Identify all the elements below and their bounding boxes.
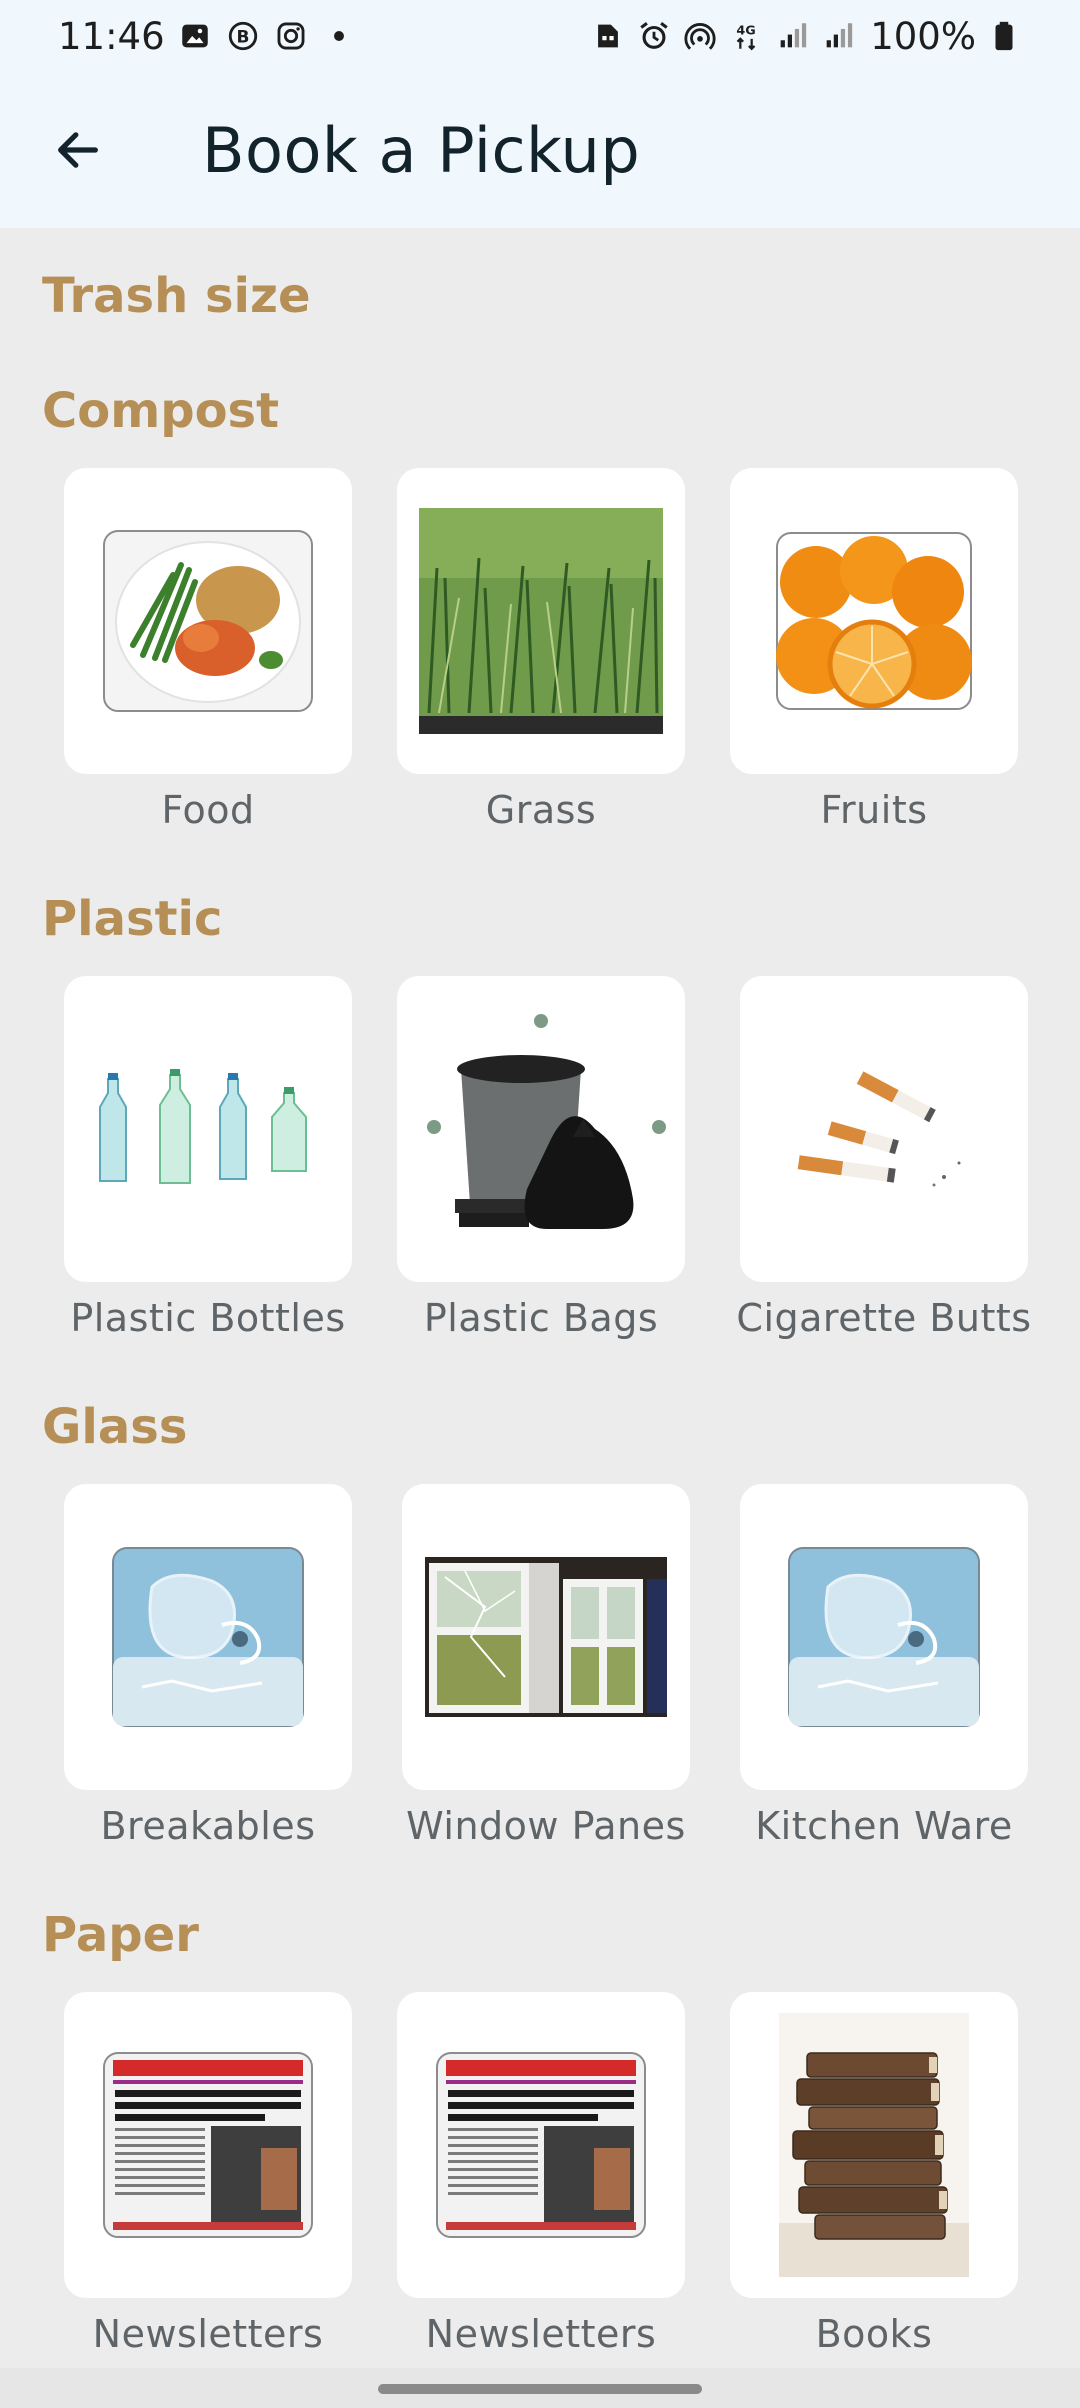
signal-icon bbox=[820, 18, 856, 54]
section-title-compost: Compost bbox=[42, 383, 280, 439]
navigation-gesture-bar bbox=[0, 2368, 1080, 2408]
books-image bbox=[779, 2013, 969, 2277]
section-title-glass: Glass bbox=[42, 1399, 188, 1455]
status-right: 4G 100% bbox=[590, 15, 1022, 58]
section-title-paper: Paper bbox=[42, 1907, 199, 1963]
category-tile-grass[interactable] bbox=[397, 468, 685, 774]
status-time: 11:46 bbox=[58, 14, 165, 58]
fruits-image bbox=[776, 532, 972, 710]
category-tile-fruits[interactable] bbox=[730, 468, 1018, 774]
b-badge-icon: B bbox=[225, 18, 261, 54]
category-tile-books[interactable] bbox=[730, 1992, 1018, 2298]
home-gesture-handle[interactable] bbox=[378, 2384, 702, 2394]
tile-label-cigarette-butts: Cigarette Butts bbox=[736, 1296, 1032, 1340]
category-tile-newsletters[interactable] bbox=[397, 1992, 685, 2298]
category-tile-food[interactable] bbox=[64, 468, 352, 774]
category-tile-breakables[interactable] bbox=[64, 1484, 352, 1790]
tile-label-food: Food bbox=[161, 788, 255, 832]
window-panes-image bbox=[425, 1557, 667, 1717]
content: Trash size Compost Food Grass Fruits Pla… bbox=[0, 228, 1080, 2368]
grass-image bbox=[419, 508, 663, 734]
category-tile-plastic-bottles[interactable] bbox=[64, 976, 352, 1282]
4g-icon: 4G bbox=[728, 18, 764, 54]
newsletters-image bbox=[436, 2052, 646, 2238]
tile-label-plastic-bottles: Plastic Bottles bbox=[70, 1296, 346, 1340]
tile-label-newsletters: Newsletters bbox=[425, 2312, 657, 2356]
gallery-icon bbox=[177, 18, 213, 54]
breakables-image bbox=[112, 1547, 304, 1727]
battery-percentage: 100% bbox=[870, 14, 976, 58]
status-bar: 11:46 B 4G 100% bbox=[0, 0, 1080, 72]
category-tile-plastic-bags[interactable] bbox=[397, 976, 685, 1282]
category-tile-cigarette-butts[interactable] bbox=[740, 976, 1028, 1282]
food-image bbox=[103, 530, 313, 712]
tile-label-plastic-bags: Plastic Bags bbox=[423, 1296, 659, 1340]
newsletters-image bbox=[103, 2052, 313, 2238]
plastic-bottles-image bbox=[99, 1069, 307, 1184]
category-tile-newsletters[interactable] bbox=[64, 1992, 352, 2298]
tile-label-breakables: Breakables bbox=[100, 1804, 316, 1848]
signal-icon bbox=[774, 18, 810, 54]
battery-icon bbox=[986, 18, 1022, 54]
instagram-icon bbox=[273, 18, 309, 54]
section-title-plastic: Plastic bbox=[42, 891, 223, 947]
category-tile-window-panes[interactable] bbox=[402, 1484, 690, 1790]
kitchen-ware-image bbox=[788, 1547, 980, 1727]
dot-icon bbox=[321, 18, 357, 54]
arrow-left-icon bbox=[58, 132, 98, 168]
back-button[interactable] bbox=[38, 110, 118, 190]
cigarette-butts-image bbox=[797, 1071, 961, 1187]
sim-card-icon bbox=[590, 18, 626, 54]
app-bar: Book a Pickup bbox=[0, 72, 1080, 228]
page-title: Book a Pickup bbox=[202, 113, 641, 187]
tile-label-newsletters: Newsletters bbox=[92, 2312, 324, 2356]
hotspot-icon bbox=[682, 18, 718, 54]
svg-text:B: B bbox=[236, 27, 249, 47]
alarm-icon bbox=[636, 18, 672, 54]
tile-label-window-panes: Window Panes bbox=[406, 1804, 686, 1848]
category-tile-kitchen-ware[interactable] bbox=[740, 1484, 1028, 1790]
tile-label-kitchen-ware: Kitchen Ware bbox=[755, 1804, 1013, 1848]
trash-size-label: Trash size bbox=[42, 268, 311, 324]
tile-label-grass: Grass bbox=[485, 788, 597, 832]
plastic-bags-image bbox=[427, 1014, 666, 1229]
tile-label-books: Books bbox=[815, 2312, 933, 2356]
tile-label-fruits: Fruits bbox=[820, 788, 928, 832]
svg-text:4G: 4G bbox=[737, 24, 756, 39]
status-left: 11:46 B bbox=[58, 15, 357, 58]
